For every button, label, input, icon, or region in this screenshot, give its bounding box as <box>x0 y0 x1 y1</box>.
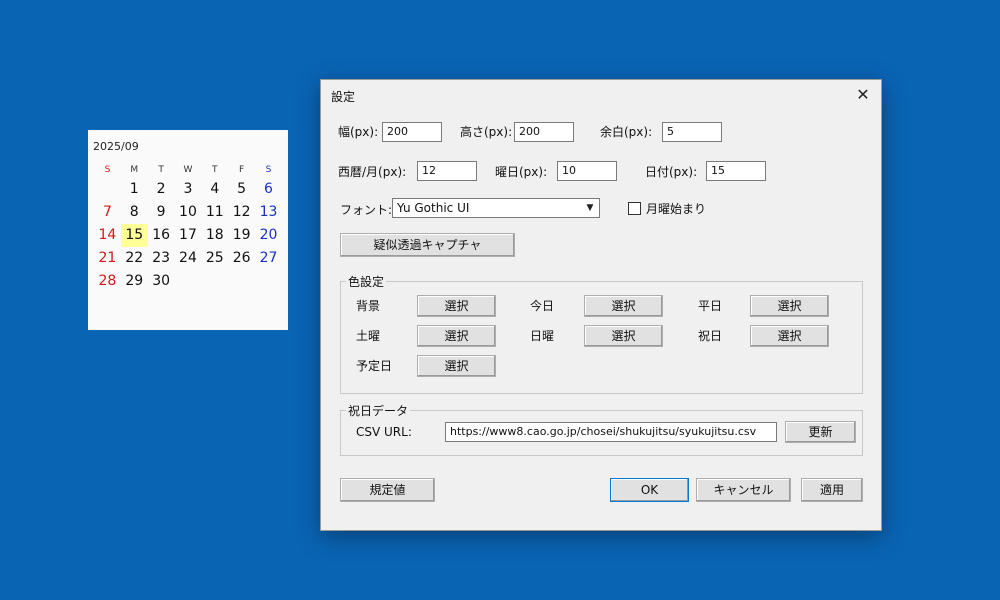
calendar-weekday-header: W <box>183 165 193 175</box>
font-label: フォント: <box>340 203 393 217</box>
calendar-day: 18 <box>205 227 224 243</box>
chevron-down-icon[interactable]: ▼ <box>582 200 598 216</box>
calendar-day <box>201 270 228 293</box>
calendar-day: 28 <box>98 273 117 289</box>
color-scheduled-label: 予定日 <box>356 359 393 373</box>
weekday-input[interactable]: 10 <box>557 161 617 181</box>
monday-start-label: 月曜始まり <box>646 202 707 216</box>
default-values-button[interactable]: 規定値 <box>340 478 435 502</box>
monday-start-checkbox[interactable] <box>628 202 641 215</box>
calendar-day: 21 <box>98 250 117 266</box>
yearmonth-label: 西暦/月(px): <box>338 165 407 179</box>
cancel-button[interactable]: キャンセル <box>696 478 791 502</box>
color-weekday-select-button[interactable]: 選択 <box>750 295 829 317</box>
color-background-select-button[interactable]: 選択 <box>417 295 496 317</box>
ok-button[interactable]: OK <box>610 478 689 502</box>
color-scheduled-select-button[interactable]: 選択 <box>417 355 496 377</box>
height-label: 高さ(px): <box>460 125 513 139</box>
calendar-day: 27 <box>259 250 278 266</box>
calendar-day: 1 <box>129 181 139 197</box>
color-holiday-select-button[interactable]: 選択 <box>750 325 829 347</box>
calendar-day: 13 <box>259 204 278 220</box>
calendar-day: 5 <box>237 181 247 197</box>
apply-button[interactable]: 適用 <box>801 478 863 502</box>
calendar-weekday-header: M <box>130 165 139 175</box>
width-label: 幅(px): <box>338 125 379 139</box>
calendar-day: 8 <box>129 204 139 220</box>
yearmonth-input[interactable]: 12 <box>417 161 477 181</box>
calendar-day: 10 <box>179 204 197 220</box>
calendar-day <box>94 178 121 201</box>
calendar-day: 16 <box>152 227 171 243</box>
color-sunday-label: 日曜 <box>530 329 555 343</box>
dialog-title: 設定 <box>331 90 356 104</box>
calendar-day: 14 <box>98 227 117 243</box>
calendar-widget: 2025/09 S M T W T F S 1 2 3 4 5 6 7 8 9 10 11 12 13 14 15 16 17… <box>88 130 288 330</box>
calendar-grid: S M T W T F S 1 2 3 4 5 6 7 8 9 10 11 12 13 14 15 16 17 18 19 20 21… <box>94 162 282 293</box>
calendar-day: 22 <box>125 250 144 266</box>
calendar-day <box>175 270 202 293</box>
calendar-weekday-header: T <box>212 165 218 175</box>
calendar-weekday-header: F <box>239 165 245 175</box>
color-group-title: 色設定 <box>346 273 387 290</box>
calendar-day: 4 <box>210 181 220 197</box>
date-input[interactable]: 15 <box>706 161 766 181</box>
calendar-day: 19 <box>232 227 251 243</box>
calendar-day: 20 <box>259 227 278 243</box>
color-holiday-label: 祝日 <box>698 329 723 343</box>
calendar-day: 7 <box>102 204 112 220</box>
weekday-label: 曜日(px): <box>495 165 548 179</box>
height-input[interactable]: 200 <box>514 122 574 142</box>
calendar-day: 26 <box>232 250 251 266</box>
color-sunday-select-button[interactable]: 選択 <box>584 325 663 347</box>
calendar-day: 29 <box>125 273 144 289</box>
calendar-day: 3 <box>183 181 193 197</box>
color-saturday-label: 土曜 <box>356 329 381 343</box>
calendar-day: 25 <box>205 250 224 266</box>
font-select-value: Yu Gothic UI <box>397 201 470 215</box>
calendar-day: 30 <box>152 273 171 289</box>
calendar-day <box>228 270 255 293</box>
margin-label: 余白(px): <box>600 125 653 139</box>
calendar-day: 23 <box>152 250 171 266</box>
calendar-weekday-header: S <box>265 165 272 175</box>
color-background-label: 背景 <box>356 299 381 313</box>
pseudo-capture-button[interactable]: 疑似透過キャプチャ <box>340 233 515 257</box>
update-button[interactable]: 更新 <box>785 421 856 443</box>
font-select[interactable]: Yu Gothic UI ▼ <box>392 198 600 218</box>
calendar-day: 6 <box>264 181 273 197</box>
calendar-month-title: 2025/09 <box>93 140 139 153</box>
calendar-day: 12 <box>232 204 251 220</box>
color-saturday-select-button[interactable]: 選択 <box>417 325 496 347</box>
calendar-weekday-header: S <box>104 165 111 175</box>
close-icon[interactable]: ✕ <box>851 84 875 106</box>
calendar-day: 24 <box>179 250 197 266</box>
color-today-select-button[interactable]: 選択 <box>584 295 663 317</box>
calendar-day: 11 <box>205 204 224 220</box>
color-weekday-label: 平日 <box>698 299 723 313</box>
color-today-label: 今日 <box>530 299 555 313</box>
calendar-day: 2 <box>156 181 166 197</box>
calendar-day-today: 15 <box>120 224 148 247</box>
calendar-day <box>255 270 282 293</box>
calendar-day: 17 <box>179 227 197 243</box>
csv-url-label: CSV URL: <box>356 425 412 439</box>
width-input[interactable]: 200 <box>382 122 442 142</box>
csv-url-input[interactable]: https://www8.cao.go.jp/chosei/shukujitsu… <box>445 422 777 442</box>
margin-input[interactable]: 5 <box>662 122 722 142</box>
date-label: 日付(px): <box>645 165 698 179</box>
calendar-weekday-header: T <box>158 165 164 175</box>
calendar-day: 9 <box>156 204 166 220</box>
holiday-group-title: 祝日データ <box>346 402 411 419</box>
settings-dialog: 設定 ✕ 幅(px): 200 高さ(px): 200 余白(px): 5 西暦… <box>320 79 882 531</box>
